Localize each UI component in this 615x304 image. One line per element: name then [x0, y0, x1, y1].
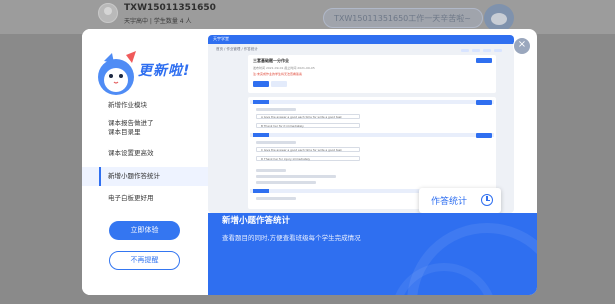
- greeting-text: TXW15011351650工作一天辛苦啦~: [334, 14, 471, 23]
- user-meta: 天宇高中 | 学生数量 4 人: [124, 18, 192, 25]
- feature-preview: 天宇学堂 首页 / 作业管理 / 作答统计 三套基础题一分作业 发布时间 202…: [208, 35, 514, 213]
- preview-card-meta: 发布时间 2021-09-01 截止时间 2021-09-05: [253, 66, 315, 70]
- user-name: TXW15011351650: [124, 3, 216, 13]
- answer-stats-label: 作答统计: [431, 197, 468, 207]
- preview-card-title: 三套基础题一分作业: [253, 58, 289, 63]
- modal-sidebar: 更新啦! 新增作业模块 课本报告做进了 课本目录里 课本设置更高效 新增小题作答…: [82, 29, 208, 295]
- preview-tab-active: [253, 81, 269, 87]
- close-icon[interactable]: ×: [513, 37, 531, 55]
- preview-option-row: D Thank her for injury immediately: [256, 156, 360, 161]
- feature-description: 查看题目的同时,方便查看班级每个学生完成情况: [222, 234, 361, 242]
- preview-summary-card: 三套基础题一分作业 发布时间 2021-09-01 截止时间 2021-09-0…: [248, 55, 496, 93]
- greeting-banner: TXW15011351650工作一天辛苦啦~: [323, 8, 483, 28]
- preview-option-row: C Give the answer a good each time for w…: [256, 147, 360, 152]
- feature-menu: 新增作业模块 课本报告做进了 课本目录里 课本设置更高效 新增小题作答统计 电子…: [82, 100, 208, 203]
- menu-item-homework[interactable]: 新增作业模块: [82, 101, 208, 110]
- mascot-icon: [98, 51, 136, 95]
- try-now-button[interactable]: 立即体验: [109, 221, 180, 240]
- preview-logo: 天宇学堂: [213, 36, 229, 41]
- preview-question-header: [250, 100, 494, 104]
- feature-title: 新增小题作答统计: [222, 216, 291, 226]
- update-modal: 更新啦! 新增作业模块 课本报告做进了 课本目录里 课本设置更高效 新增小题作答…: [82, 29, 537, 295]
- preview-stats-button: [476, 133, 492, 138]
- clock-icon: [481, 194, 493, 206]
- preview-breadcrumb: 首页 / 作业管理 / 作答统计: [216, 47, 258, 51]
- preview-question-header: [250, 133, 494, 137]
- preview-tab: [271, 81, 287, 87]
- mascot-icon: [484, 4, 514, 32]
- preview-nav: [458, 37, 508, 52]
- modal-title: 更新啦!: [138, 63, 191, 79]
- menu-item-catalog[interactable]: 课本目录里: [82, 128, 208, 137]
- preview-stats-button: [476, 100, 492, 105]
- menu-item-report[interactable]: 课本报告做进了: [82, 119, 208, 128]
- preview-action-button: [476, 58, 492, 63]
- preview-option-row: A Give the answer a good each time for w…: [256, 114, 360, 119]
- preview-topbar: 天宇学堂: [208, 35, 514, 52]
- dont-remind-button[interactable]: 不再提醒: [109, 251, 180, 270]
- menu-item-whiteboard[interactable]: 电子白板更好用: [82, 194, 208, 203]
- preview-card-note: 注:未完成作业的学生将无法查看答案: [253, 72, 303, 76]
- user-avatar: [98, 3, 118, 23]
- menu-item-answer-stats[interactable]: 新增小题作答统计: [82, 167, 208, 186]
- preview-option-row: B Thank her for it immediately: [256, 123, 360, 128]
- answer-stats-callout: 作答统计: [419, 188, 501, 213]
- menu-item-settings[interactable]: 课本设置更高效: [82, 149, 208, 158]
